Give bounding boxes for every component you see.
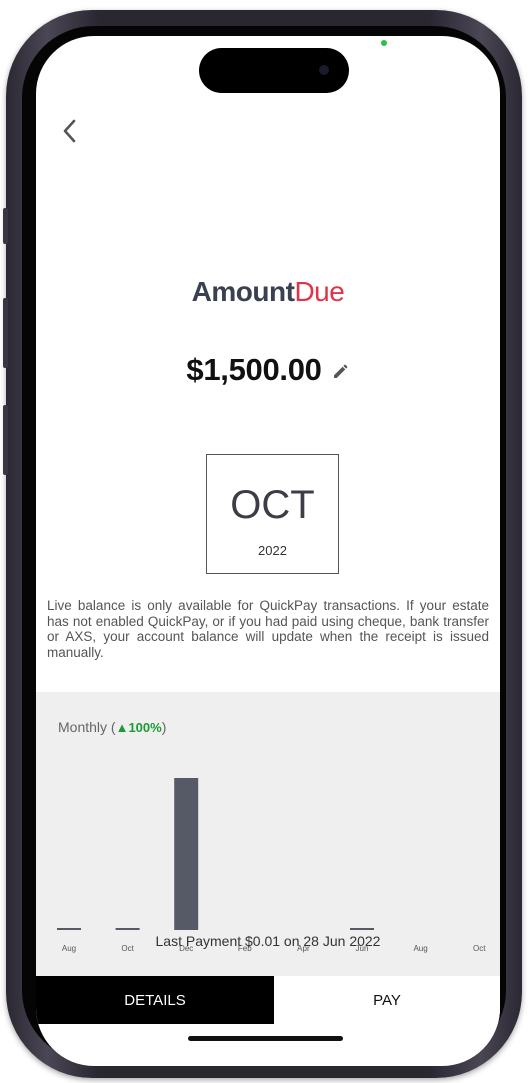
screen: AmountDue $1,500.00 OCT 2022 Live balanc… (36, 36, 500, 1066)
bottom-tabs: DETAILS PAY (36, 976, 500, 1024)
period-year: 2022 (258, 543, 287, 558)
amount-value: $1,500.00 (186, 352, 322, 387)
amount-row: $1,500.00 (36, 352, 500, 388)
volume-up-button (3, 298, 8, 368)
live-balance-notice: Live balance is only available for Quick… (47, 598, 489, 660)
period-box[interactable]: OCT 2022 (206, 454, 339, 574)
period-month: OCT (230, 483, 315, 527)
page-title: AmountDue (36, 276, 500, 308)
home-indicator[interactable] (188, 1036, 343, 1041)
last-payment-text: Last Payment $0.01 on 28 Jun 2022 (155, 933, 381, 949)
pencil-icon (333, 364, 348, 378)
chart-bar-dec-4 (174, 778, 199, 930)
tab-details-label: DETAILS (124, 991, 186, 1009)
chart-bar-oct-2 (115, 928, 140, 930)
tab-details[interactable]: DETAILS (36, 976, 274, 1024)
tab-pay-label: PAY (373, 991, 401, 1009)
back-button[interactable] (56, 116, 84, 146)
edit-amount-button[interactable] (330, 362, 350, 382)
chart-bar-jun-10 (350, 928, 374, 930)
silent-switch (3, 208, 8, 244)
chart-bar-aug-0 (57, 928, 81, 930)
tab-pay[interactable]: PAY (274, 976, 500, 1024)
camera-lens (319, 65, 329, 75)
dynamic-island (199, 48, 349, 93)
title-amount: Amount (191, 276, 295, 307)
monthly-chart: Monthly (▲100%) Aug Oct Dec Feb Apr Jun Aug Oct… (36, 692, 500, 976)
chevron-left-icon (63, 119, 76, 143)
volume-down-button (3, 405, 8, 475)
title-due: Due (294, 276, 345, 307)
camera-indicator-dot (381, 40, 387, 46)
chart-plot: Aug Oct Dec Feb Apr Jun Aug Oct (57, 778, 486, 953)
